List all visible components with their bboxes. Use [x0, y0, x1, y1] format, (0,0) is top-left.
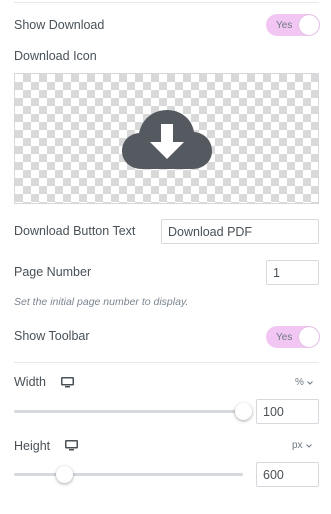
- width-unit-selector[interactable]: %: [295, 377, 313, 388]
- width-label: Width: [14, 375, 46, 389]
- toggle-knob: [299, 15, 319, 35]
- top-divider: [14, 2, 319, 3]
- height-value-input[interactable]: [256, 462, 319, 487]
- toggle-knob: [299, 327, 319, 347]
- page-number-hint: Set the initial page number to display.: [14, 296, 189, 308]
- section-divider: [14, 362, 319, 363]
- chevron-down-icon: [307, 380, 313, 385]
- show-download-toggle-text: Yes: [276, 19, 293, 31]
- page-number-label: Page Number: [14, 265, 92, 279]
- width-slider-handle[interactable]: [234, 403, 252, 420]
- height-slider-track[interactable]: [14, 473, 243, 476]
- chevron-down-icon: [305, 443, 312, 448]
- show-toolbar-label: Show Toolbar: [14, 329, 90, 343]
- height-slider-handle[interactable]: [55, 466, 73, 483]
- width-unit: %: [295, 377, 304, 388]
- show-download-toggle[interactable]: Yes: [266, 14, 320, 36]
- download-icon-label: Download Icon: [14, 49, 97, 63]
- show-toolbar-toggle-text: Yes: [276, 331, 293, 343]
- width-value-input[interactable]: [256, 399, 319, 424]
- show-download-label: Show Download: [14, 18, 105, 32]
- show-toolbar-toggle[interactable]: Yes: [266, 326, 320, 348]
- download-button-text-label: Download Button Text: [14, 224, 136, 238]
- width-slider-track[interactable]: [14, 410, 243, 413]
- page-number-input[interactable]: [266, 260, 319, 285]
- height-unit-selector[interactable]: px: [292, 440, 312, 451]
- height-unit: px: [292, 440, 303, 451]
- download-icon-picker[interactable]: [14, 73, 319, 204]
- download-button-text-input[interactable]: [161, 219, 319, 244]
- cloud-download-icon: [122, 110, 212, 169]
- desktop-icon[interactable]: [65, 440, 78, 451]
- height-label: Height: [14, 439, 51, 453]
- desktop-icon[interactable]: [61, 377, 74, 388]
